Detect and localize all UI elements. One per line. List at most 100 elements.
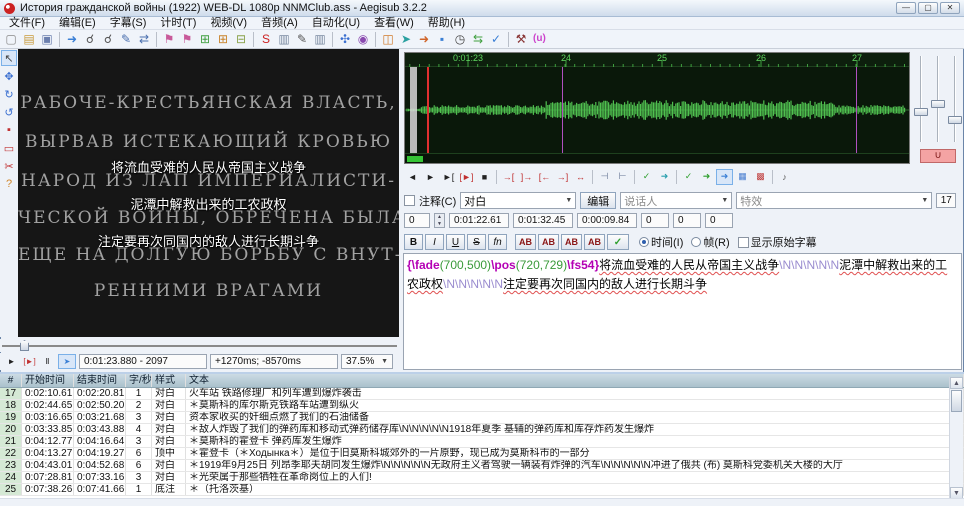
play-before-button[interactable]: ◄ (404, 169, 421, 185)
maximize-button[interactable]: ▢ (918, 2, 938, 14)
video-seek-bar[interactable] (0, 339, 399, 352)
table-row[interactable]: 20 0:03:33.85 0:03:43.88 4 对白 ＊敌人炸毁了我们的弹… (0, 424, 964, 436)
options-hammer-icon[interactable]: ⚒ (512, 31, 530, 48)
layer-stepper[interactable]: ▲▼ (434, 213, 445, 228)
select-lines-icon[interactable]: ✓ (487, 31, 505, 48)
duration-field[interactable]: 0:00:09.84 (577, 213, 637, 228)
audio-scrollbar[interactable] (405, 153, 909, 163)
grid-scroll-thumb[interactable] (951, 390, 962, 412)
karaoke-toggle[interactable]: ♪ (776, 169, 793, 185)
preferences-icon[interactable]: ◉ (354, 31, 372, 48)
waveform-area[interactable] (405, 67, 909, 153)
scale-tool[interactable]: ▪ (1, 122, 17, 138)
table-row[interactable]: 17 0:02:10.61 0:02:20.81 1 对白 火车站 铁路修理厂和… (0, 388, 964, 400)
timing-postprocessor-icon[interactable]: ◷ (451, 31, 469, 48)
audio-scroll-thumb[interactable] (407, 156, 423, 162)
styles-manager-icon[interactable]: ⊞ (196, 31, 214, 48)
shift-times-icon[interactable]: ➜ (415, 31, 433, 48)
table-row[interactable]: 23 0:04:43.01 0:04:52.68 6 对白 ＊1919年9月25… (0, 460, 964, 472)
shadow-color-button[interactable]: AB (584, 234, 605, 250)
properties-flag-icon[interactable]: ⚑ (160, 31, 178, 48)
start-time-field[interactable]: 0:01:22.61 (449, 213, 509, 228)
menu-item[interactable]: 文件(F) (2, 17, 52, 30)
new-file-icon[interactable]: ▢ (2, 31, 20, 48)
attachments-flag-icon[interactable]: ⚑ (178, 31, 196, 48)
separator[interactable] (676, 170, 677, 184)
shift-start-right-button[interactable]: ]→ (518, 169, 535, 185)
styling-assistant-icon[interactable]: ✎ (117, 31, 135, 48)
minimize-button[interactable]: — (896, 2, 916, 14)
menu-item[interactable]: 自动化(U) (305, 17, 367, 30)
close-button[interactable]: ✕ (940, 2, 960, 14)
menu-item[interactable]: 帮助(H) (421, 17, 472, 30)
properties-icon[interactable]: ▥ (275, 31, 293, 48)
show-original-checkbox[interactable] (738, 237, 749, 248)
italic-button[interactable]: I (425, 234, 444, 250)
table-row[interactable]: 25 0:07:38.26 0:07:41.66 1 底注 ＊（托洛茨基） (0, 484, 964, 496)
audio-display[interactable]: 0:01:23 24 25 26 27 (404, 52, 910, 164)
jump-to-icon[interactable]: ➜ (63, 31, 81, 48)
separator[interactable] (508, 32, 509, 47)
video-display[interactable]: Рабоче-крестьянская власть,вырвав истека… (18, 49, 399, 337)
video-play-button[interactable]: ► (4, 354, 19, 369)
menu-item[interactable]: 查看(W) (367, 17, 421, 30)
grid-scrollbar[interactable]: ▲ ▼ (949, 377, 963, 499)
menu-item[interactable]: 音频(A) (254, 17, 305, 30)
effect-select[interactable]: 特效 ▼ (736, 192, 932, 209)
open-file-icon[interactable]: ▤ (20, 31, 38, 48)
style-select[interactable]: 对白 ▼ (460, 192, 576, 209)
underline-button[interactable]: U (446, 234, 465, 250)
frame-radio[interactable] (691, 237, 701, 247)
menu-item[interactable]: 计时(T) (153, 17, 203, 30)
paste-over-icon[interactable]: ▥ (311, 31, 329, 48)
spectrum-toggle[interactable]: ▦ (734, 169, 751, 185)
play-line-button[interactable]: [►] (458, 169, 475, 185)
volume-slider[interactable] (954, 56, 956, 142)
auto-scroll-toggle[interactable]: ➜ (716, 169, 733, 185)
standard-tool[interactable]: ↖ (1, 50, 17, 66)
separator[interactable] (59, 32, 60, 47)
commit-button[interactable]: ✓ (638, 169, 655, 185)
layer-field[interactable]: 0 (404, 213, 430, 228)
bold-button[interactable]: B (404, 234, 423, 250)
auto-seek-toggle[interactable]: ➤ (58, 354, 76, 369)
separator[interactable] (253, 32, 254, 47)
secondary-color-button[interactable]: AB (538, 234, 559, 250)
comment-checkbox[interactable] (404, 195, 415, 206)
subtitle-text-editor[interactable]: {\fade(700,500)\pos(720,729)\fs54}将流血受难的… (403, 253, 962, 370)
vertical-link-toggle[interactable]: ▩ (752, 169, 769, 185)
spell-language-label[interactable]: (u) (530, 31, 549, 48)
help-button[interactable]: ? (1, 176, 17, 192)
seek-thumb[interactable] (20, 340, 29, 351)
clip-tool[interactable]: ▭ (1, 140, 17, 156)
go-to-selection-button[interactable]: ➜ (656, 169, 673, 185)
rotate-xy-tool[interactable]: ↺ (1, 104, 17, 120)
vector-clip-tool[interactable]: ✂ (1, 158, 17, 174)
edit-style-button[interactable]: 编辑 (580, 192, 616, 209)
shift-both-button[interactable]: ↔ (572, 169, 589, 185)
audio-comet-icon[interactable]: ➤ (397, 31, 415, 48)
scroll-up-arrow[interactable]: ▲ (950, 377, 963, 389)
table-row[interactable]: 19 0:03:16.65 0:03:21.68 3 对白 资本家收买的奸细点燃… (0, 412, 964, 424)
table-row[interactable]: 22 0:04:13.27 0:04:19.27 6 顶中 ＊霍登卡（＊Ходы… (0, 448, 964, 460)
menu-item[interactable]: 字幕(S) (103, 17, 154, 30)
strikeout-button[interactable]: S (467, 234, 486, 250)
separator[interactable] (634, 170, 635, 184)
separator[interactable] (375, 32, 376, 47)
edit-pen-icon[interactable]: ✎ (293, 31, 311, 48)
separator[interactable] (772, 170, 773, 184)
selection-start-marker[interactable] (427, 67, 429, 153)
margin-left-field[interactable]: 0 (641, 213, 669, 228)
menu-item[interactable]: 视频(V) (203, 17, 254, 30)
auto-commit-toggle[interactable]: ✓ (680, 169, 697, 185)
play-after-button[interactable]: ► (422, 169, 439, 185)
separator[interactable] (332, 32, 333, 47)
margin-vertical-field[interactable]: 0 (705, 213, 733, 228)
auto-next-toggle[interactable]: ➜ (698, 169, 715, 185)
save-file-icon[interactable]: ▣ (38, 31, 56, 48)
drag-tool[interactable]: ✥ (1, 68, 17, 84)
table-row[interactable]: 24 0:07:28.81 0:07:33.16 3 对白 ＊光荣属于那些牺牲在… (0, 472, 964, 484)
primary-color-button[interactable]: AB (515, 234, 536, 250)
shift-start-left-button[interactable]: →[ (500, 169, 517, 185)
margin-right-field[interactable]: 0 (673, 213, 701, 228)
